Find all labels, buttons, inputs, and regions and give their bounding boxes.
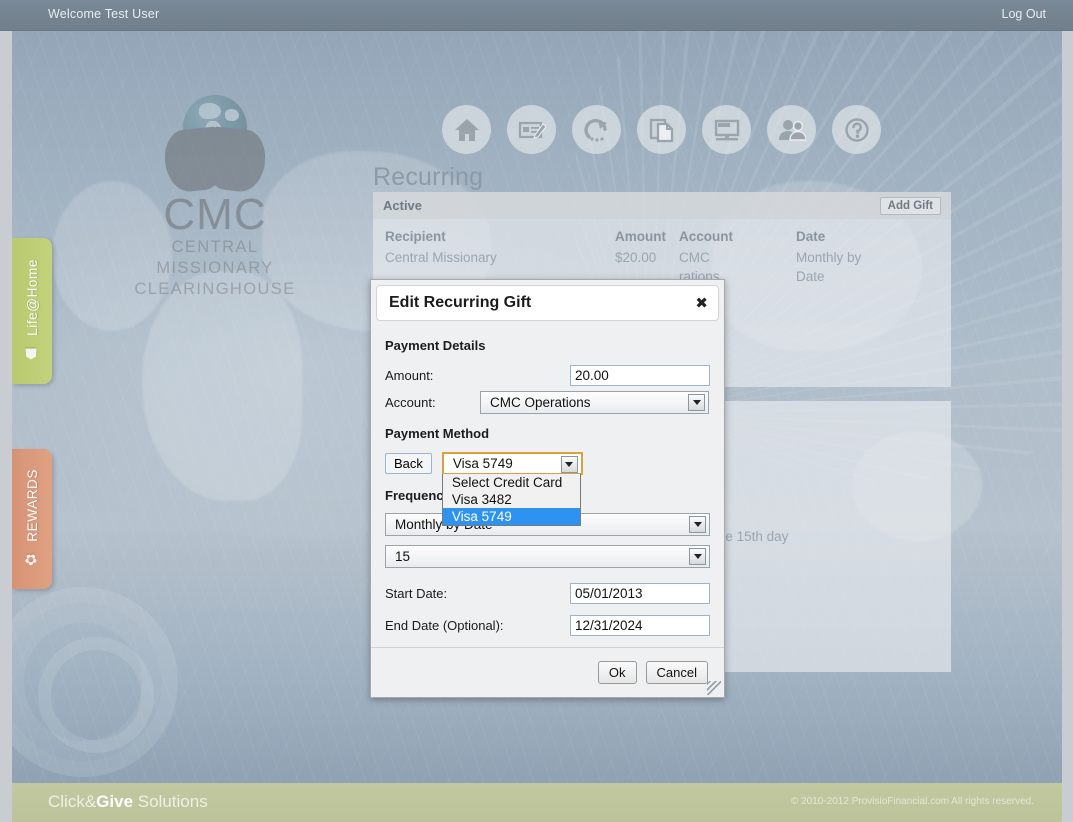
sidebar-tab-label: REWARDS xyxy=(24,469,40,543)
amount-label: Amount: xyxy=(385,367,434,383)
recurring-icon[interactable] xyxy=(572,105,621,154)
cell-date-cont: Date xyxy=(796,269,825,284)
start-date-row: Start Date: xyxy=(385,580,710,606)
page-title: Recurring xyxy=(373,163,484,191)
end-date-row: End Date (Optional): xyxy=(385,612,710,638)
active-panel-header: Active Add Gift xyxy=(373,192,951,219)
cell-recipient: Central Missionary xyxy=(385,250,497,265)
day-of-month-select[interactable]: 15 xyxy=(385,544,710,568)
home-icon[interactable] xyxy=(442,105,491,154)
payment-method-heading: Payment Method xyxy=(385,426,490,441)
house-icon: ☗ xyxy=(23,344,40,363)
credit-card-select-wrap: Visa 5749 Select Credit Card Visa 3482 V… xyxy=(441,451,583,526)
footer-brand-a: Click& xyxy=(48,792,97,811)
column-header-date: Date xyxy=(796,229,826,244)
day-of-month-value: 15 xyxy=(395,548,411,564)
option-select-credit-card[interactable]: Select Credit Card xyxy=(443,474,580,491)
account-label: Account: xyxy=(385,394,436,410)
credit-card-select[interactable]: Visa 5749 xyxy=(441,451,583,475)
start-date-input[interactable] xyxy=(570,582,710,604)
column-header-recipient: Recipient xyxy=(385,229,446,244)
sidebar-tab-rewards[interactable]: REWARDS ✿ xyxy=(12,449,52,589)
ok-button[interactable]: Ok xyxy=(597,661,637,684)
dialog-title: Edit Recurring Gift xyxy=(389,294,532,311)
logo-line-1: CENTRAL xyxy=(171,238,259,256)
cell-date: Monthly by xyxy=(796,250,862,265)
start-date-label: Start Date: xyxy=(385,585,448,601)
table-header-row: Recipient Amount Account Date xyxy=(373,219,951,248)
credit-card-select-value: Visa 5749 xyxy=(452,455,513,471)
welcome-text: Welcome Test User xyxy=(48,7,160,21)
active-panel-title: Active xyxy=(383,198,423,213)
table-row[interactable]: Central Missionary $20.00 CMC Monthly by xyxy=(373,248,951,267)
day-row: 15 xyxy=(385,543,710,569)
chevron-down-icon xyxy=(689,515,706,533)
write-check-icon[interactable] xyxy=(507,105,556,154)
amount-input[interactable] xyxy=(570,364,710,386)
option-visa-5749[interactable]: Visa 5749 xyxy=(442,507,580,525)
chevron-down-icon xyxy=(689,547,706,565)
payment-details-heading: Payment Details xyxy=(385,338,486,353)
option-visa-3482[interactable]: Visa 3482 xyxy=(443,491,580,508)
dialog-body: Payment Details Amount: Account: CMC Ope… xyxy=(371,326,724,638)
dialog-title-bar[interactable]: Edit Recurring Gift ✖ xyxy=(376,285,719,321)
back-button[interactable]: Back xyxy=(385,452,432,474)
account-select-value: CMC Operations xyxy=(490,394,591,410)
people-icon[interactable] xyxy=(767,105,816,154)
edit-recurring-gift-dialog: Edit Recurring Gift ✖ Payment Details Am… xyxy=(370,279,725,698)
credit-card-option-list[interactable]: Select Credit Card Visa 3482 Visa 5749 xyxy=(441,473,581,526)
log-out-link[interactable]: Log Out xyxy=(1002,7,1046,21)
help-icon[interactable] xyxy=(832,105,881,154)
monitor-icon[interactable] xyxy=(702,105,751,154)
active-gifts-table: Recipient Amount Account Date Central Mi… xyxy=(373,219,951,286)
gift-icon: ✿ xyxy=(23,550,40,569)
chevron-down-icon xyxy=(688,393,705,411)
footer-copyright: © 2010-2012 ProvisioFinancial.com All ri… xyxy=(790,796,1034,807)
documents-icon[interactable] xyxy=(637,105,686,154)
dialog-footer: Ok Cancel xyxy=(371,647,724,697)
column-header-amount: Amount xyxy=(615,229,666,244)
payment-method-row: Back Visa 5749 Select Credit Card Visa 3… xyxy=(385,450,710,526)
account-row: Account: CMC Operations xyxy=(385,389,710,415)
logo-acronym: CMC xyxy=(163,190,267,239)
cell-account: CMC xyxy=(679,250,710,265)
close-icon[interactable]: ✖ xyxy=(695,296,708,311)
hand-right-icon xyxy=(205,126,269,194)
cmc-logo: CMC CENTRAL MISSIONARY CLEARINGHOUSE xyxy=(130,95,300,300)
column-header-account: Account xyxy=(679,229,733,244)
resize-grip[interactable] xyxy=(707,681,721,695)
amount-row: Amount: xyxy=(385,362,710,388)
end-date-label: End Date (Optional): xyxy=(385,617,504,633)
right-page-edge xyxy=(1062,31,1073,822)
cell-amount: $20.00 xyxy=(615,250,657,265)
end-date-input[interactable] xyxy=(570,614,710,636)
app-window: Welcome Test User Log Out CMC CENTRAL MI… xyxy=(0,0,1073,822)
primary-navigation xyxy=(442,105,881,154)
cancel-button[interactable]: Cancel xyxy=(645,661,708,684)
logo-line-3: CLEARINGHOUSE xyxy=(134,280,296,299)
sidebar-tab-life-at-home[interactable]: Life@Home ☗ xyxy=(12,238,52,384)
left-page-edge xyxy=(0,31,12,822)
chevron-down-icon xyxy=(560,455,578,473)
sidebar-tab-label: Life@Home xyxy=(24,259,40,337)
globe-in-hands-icon xyxy=(159,95,271,194)
account-select[interactable]: CMC Operations xyxy=(480,390,709,414)
footer-brand-b: Give xyxy=(96,792,134,811)
top-bar: Welcome Test User Log Out xyxy=(0,0,1073,31)
footer-brand: Click&Give Solutions xyxy=(48,792,208,812)
logo-line-2: MISSIONARY xyxy=(156,259,274,278)
footer-brand-c: Solutions xyxy=(133,792,208,811)
add-gift-button[interactable]: Add Gift xyxy=(879,196,941,215)
page-footer: Click&Give Solutions © 2010-2012 Provisi… xyxy=(12,783,1062,822)
